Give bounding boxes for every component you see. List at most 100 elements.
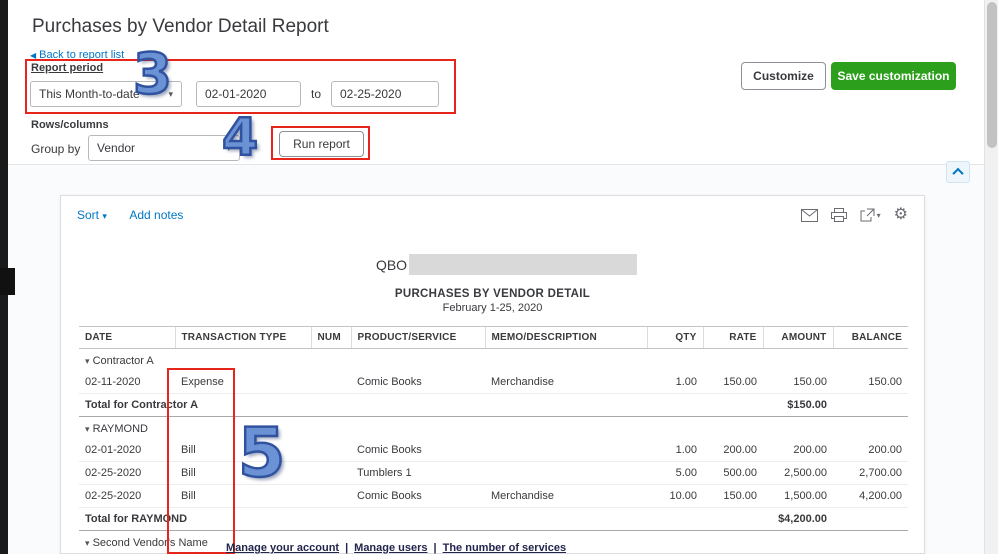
sort-dropdown[interactable]: Sort ▾ bbox=[77, 208, 107, 222]
cell-memo bbox=[485, 462, 647, 485]
report-period-label: Report period bbox=[31, 62, 103, 74]
report-title: PURCHASES BY VENDOR DETAIL bbox=[61, 288, 924, 300]
cell-balance: 4,200.00 bbox=[833, 485, 908, 508]
column-header-memo-description[interactable]: MEMO/DESCRIPTION bbox=[485, 327, 647, 349]
column-header-amount[interactable]: AMOUNT bbox=[763, 327, 833, 349]
footer-links: Manage your account|Manage users|The num… bbox=[226, 542, 566, 554]
cell-rate: 150.00 bbox=[703, 371, 763, 394]
group-by-value: Vendor bbox=[97, 141, 135, 155]
gear-icon[interactable]: ⚙ bbox=[894, 207, 908, 223]
footer-link-number-of-services[interactable]: The number of services bbox=[443, 542, 567, 554]
back-arrow-icon: ◀ bbox=[30, 51, 36, 60]
cell-type: Bill bbox=[175, 462, 311, 485]
cell-amount: 2,500.00 bbox=[763, 462, 833, 485]
group-total-label: Total for RAYMOND bbox=[79, 508, 647, 531]
cell-amount: 1,500.00 bbox=[763, 485, 833, 508]
column-header-date[interactable]: DATE bbox=[79, 327, 175, 349]
report-toolbar: Sort ▾ Add notes ▾ ⚙ bbox=[61, 196, 924, 226]
cell-qty: 1.00 bbox=[647, 439, 703, 462]
column-header-transaction-type[interactable]: TRANSACTION TYPE bbox=[175, 327, 311, 349]
page-title: Purchases by Vendor Detail Report bbox=[32, 16, 329, 38]
cell-balance: 200.00 bbox=[833, 439, 908, 462]
back-link-label: Back to report list bbox=[39, 49, 124, 61]
cell-product: Comic Books bbox=[351, 371, 485, 394]
cell-memo: Merchandise bbox=[485, 485, 647, 508]
date-to-input[interactable] bbox=[331, 81, 439, 107]
divider bbox=[8, 164, 984, 165]
cell-balance: 2,700.00 bbox=[833, 462, 908, 485]
cell-num bbox=[311, 485, 351, 508]
run-report-button[interactable]: Run report bbox=[279, 131, 364, 157]
cell-product: Tumblers 1 bbox=[351, 462, 485, 485]
collapse-up-button[interactable] bbox=[946, 161, 970, 183]
cell-qty: 1.00 bbox=[647, 371, 703, 394]
vendor-group-row[interactable]: ▾ Contractor A bbox=[79, 349, 908, 372]
export-icon[interactable]: ▾ bbox=[860, 208, 881, 222]
cell-amount: 150.00 bbox=[763, 371, 833, 394]
save-customization-button[interactable]: Save customization bbox=[831, 62, 956, 90]
transaction-row[interactable]: 02-25-2020BillComic BooksMerchandise10.0… bbox=[79, 485, 908, 508]
cell-empty bbox=[647, 508, 703, 531]
cell-empty bbox=[833, 508, 908, 531]
vendor-group-name: Contractor A bbox=[90, 355, 154, 367]
scrollbar-thumb[interactable] bbox=[987, 2, 997, 148]
report-table-body: ▾ Contractor A02-11-2020ExpenseComic Boo… bbox=[79, 349, 908, 554]
transaction-row[interactable]: 02-01-2020BillComic Books1.00200.00200.0… bbox=[79, 439, 908, 462]
transaction-row[interactable]: 02-25-2020Bill Tumblers 1 5.00500.002,500.… bbox=[79, 462, 908, 485]
chevron-down-icon: ▾ bbox=[102, 211, 107, 221]
cell-num bbox=[311, 371, 351, 394]
cell-type: Expense bbox=[175, 371, 311, 394]
cell-type: Bill bbox=[175, 485, 311, 508]
column-header-product-service[interactable]: PRODUCT/SERVICE bbox=[351, 327, 485, 349]
cell-rate: 200.00 bbox=[703, 439, 763, 462]
cell-date: 02-25-2020 bbox=[79, 462, 175, 485]
redacted-company-name bbox=[409, 254, 637, 275]
cell-empty bbox=[703, 508, 763, 531]
footer-link-manage-account[interactable]: Manage your account bbox=[226, 542, 339, 554]
cell-qty: 10.00 bbox=[647, 485, 703, 508]
cell-product: Comic Books bbox=[351, 485, 485, 508]
date-from-input[interactable] bbox=[196, 81, 301, 107]
company-prefix: QBO bbox=[376, 257, 407, 273]
report-period-value: This Month-to-date bbox=[39, 87, 140, 101]
add-notes-link[interactable]: Add notes bbox=[129, 208, 183, 222]
cell-date: 02-01-2020 bbox=[79, 439, 175, 462]
cell-product: Comic Books bbox=[351, 439, 485, 462]
report-subtitle: February 1-25, 2020 bbox=[61, 302, 924, 314]
report-period-select[interactable]: This Month-to-date ▾ bbox=[30, 81, 182, 107]
cell-balance: 150.00 bbox=[833, 371, 908, 394]
qbo-report-page: Purchases by Vendor Detail Report ◀Back … bbox=[0, 0, 998, 554]
cell-memo bbox=[485, 439, 647, 462]
cell-empty bbox=[703, 394, 763, 417]
cell-amount: 200.00 bbox=[763, 439, 833, 462]
cell-qty: 5.00 bbox=[647, 462, 703, 485]
vendor-group-row[interactable]: ▾ RAYMOND bbox=[79, 417, 908, 440]
report-table-header-row: DATETRANSACTION TYPENUMPRODUCT/SERVICEME… bbox=[79, 327, 908, 349]
report-card: Sort ▾ Add notes ▾ ⚙ QBO PURCHASE bbox=[60, 195, 925, 554]
email-icon[interactable] bbox=[801, 209, 818, 222]
group-total-label: Total for Contractor A bbox=[79, 394, 647, 417]
column-header-qty[interactable]: QTY bbox=[647, 327, 703, 349]
footer-link-manage-users[interactable]: Manage users bbox=[354, 542, 427, 554]
customize-button[interactable]: Customize bbox=[741, 62, 826, 90]
print-icon[interactable] bbox=[831, 208, 847, 222]
back-to-report-list-link[interactable]: ◀Back to report list bbox=[30, 49, 124, 61]
group-total-amount: $150.00 bbox=[763, 394, 833, 417]
column-header-rate[interactable]: RATE bbox=[703, 327, 763, 349]
transaction-row[interactable]: 02-11-2020ExpenseComic BooksMerchandise1… bbox=[79, 371, 908, 394]
cell-num bbox=[311, 462, 351, 485]
cell-empty bbox=[647, 394, 703, 417]
column-header-num[interactable]: NUM bbox=[311, 327, 351, 349]
cell-type: Bill bbox=[175, 439, 311, 462]
column-header-balance[interactable]: BALANCE bbox=[833, 327, 908, 349]
group-by-select[interactable]: Vendor ▾ bbox=[88, 135, 240, 161]
report-table: DATETRANSACTION TYPENUMPRODUCT/SERVICEME… bbox=[79, 326, 908, 554]
left-edge-tab bbox=[0, 268, 15, 295]
cell-rate: 500.00 bbox=[703, 462, 763, 485]
group-by-label: Group by bbox=[31, 142, 80, 156]
cell-rate: 150.00 bbox=[703, 485, 763, 508]
to-label: to bbox=[311, 87, 321, 101]
chevron-up-icon bbox=[952, 168, 963, 179]
vertical-scrollbar[interactable] bbox=[984, 0, 998, 554]
cell-memo: Merchandise bbox=[485, 371, 647, 394]
